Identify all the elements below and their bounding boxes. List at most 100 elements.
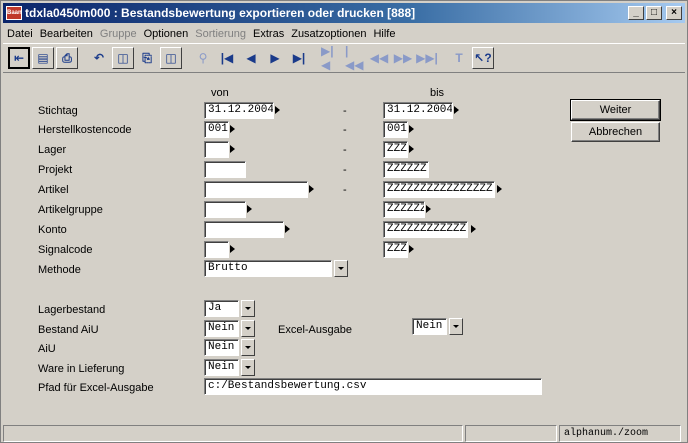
range-dash: -: [343, 184, 347, 196]
zoom-arrow-icon[interactable]: [409, 245, 414, 253]
label-herstellkostencode: Herstellkostencode: [38, 124, 132, 136]
column-header-von: von: [211, 87, 229, 99]
label-projekt: Projekt: [38, 164, 73, 176]
zoom-arrow-icon[interactable]: [409, 145, 414, 153]
herstellkostencode-to-field[interactable]: 001: [383, 121, 408, 138]
label-pfad-excel: Pfad für Excel-Ausgabe: [38, 382, 154, 394]
label-lagerbestand: Lagerbestand: [38, 304, 106, 316]
label-artikelgruppe: Artikelgruppe: [38, 204, 103, 216]
copy-record-icon[interactable]: ◫: [112, 47, 134, 69]
zoom-arrow-icon[interactable]: [471, 225, 476, 233]
lager-to-field[interactable]: ZZZ: [383, 141, 408, 158]
application-window: Baan tdxla0450m000 : Bestandsbewertung e…: [0, 0, 688, 443]
zoom-arrow-icon[interactable]: [309, 185, 314, 193]
aiu-select[interactable]: Nein: [204, 339, 239, 356]
projekt-from-field[interactable]: [204, 161, 246, 178]
menu-extras[interactable]: Extras: [253, 28, 284, 40]
lagerbestand-dropdown-button[interactable]: [241, 300, 255, 317]
stichtag-from-field[interactable]: 31.12.2004: [204, 102, 274, 119]
menu-datei[interactable]: Datei: [7, 28, 33, 40]
title-bar[interactable]: Baan tdxla0450m000 : Bestandsbewertung e…: [3, 3, 685, 23]
form-area: von bis Stichtag 31.12.2004 - 31.12.2004…: [3, 75, 685, 425]
ware-in-lieferung-dropdown-button[interactable]: [241, 359, 255, 376]
methode-dropdown-button[interactable]: [334, 260, 348, 277]
methode-select[interactable]: Brutto: [204, 260, 332, 277]
duplicate-icon[interactable]: ◫: [160, 47, 182, 69]
zoom-arrow-icon[interactable]: [247, 205, 252, 213]
artikel-to-field[interactable]: ZZZZZZZZZZZZZZZZ: [383, 181, 495, 198]
zoom-arrow-icon[interactable]: [426, 205, 431, 213]
next-set-icon[interactable]: ▶▶|: [416, 47, 438, 69]
lager-from-field[interactable]: [204, 141, 229, 158]
bestand-aiu-dropdown-button[interactable]: [241, 320, 255, 337]
status-bar: alphanum./zoom: [3, 425, 685, 442]
label-konto: Konto: [38, 224, 67, 236]
forward-icon[interactable]: ▶▶: [392, 47, 414, 69]
menu-optionen[interactable]: Optionen: [144, 28, 189, 40]
label-stichtag: Stichtag: [38, 105, 78, 117]
ware-in-lieferung-select[interactable]: Nein: [204, 359, 239, 376]
menu-gruppe[interactable]: Gruppe: [100, 28, 137, 40]
zoom-arrow-icon[interactable]: [230, 125, 235, 133]
zoom-arrow-icon[interactable]: [275, 106, 280, 114]
label-methode: Methode: [38, 264, 81, 276]
label-signalcode: Signalcode: [38, 244, 93, 256]
first-set-icon[interactable]: ▶|◀: [320, 44, 342, 72]
close-button[interactable]: ×: [666, 6, 682, 20]
herstellkostencode-from-field[interactable]: 001: [204, 121, 229, 138]
artikel-from-field[interactable]: [204, 181, 308, 198]
minimize-button[interactable]: _: [628, 6, 644, 20]
next-icon[interactable]: ▶: [264, 47, 286, 69]
weiter-button[interactable]: Weiter: [570, 99, 661, 121]
column-header-bis: bis: [430, 87, 445, 99]
find-icon[interactable]: ⚲: [192, 47, 214, 69]
menu-bearbeiten[interactable]: Bearbeiten: [40, 28, 93, 40]
menu-zusatzoptionen[interactable]: Zusatzoptionen: [291, 28, 366, 40]
help-icon[interactable]: ↖?: [472, 47, 494, 69]
signalcode-to-field[interactable]: ZZZ: [383, 241, 408, 258]
last-icon[interactable]: ▶|: [288, 47, 310, 69]
signalcode-from-field[interactable]: [204, 241, 229, 258]
menu-hilfe[interactable]: Hilfe: [373, 28, 395, 40]
paste-icon[interactable]: ⎘: [136, 47, 158, 69]
excel-ausgabe-select[interactable]: Nein: [412, 318, 447, 335]
zoom-arrow-icon[interactable]: [230, 245, 235, 253]
undo-icon[interactable]: ↶: [88, 47, 110, 69]
zoom-arrow-icon[interactable]: [285, 225, 290, 233]
bestand-aiu-select[interactable]: Nein: [204, 320, 239, 337]
pfad-excel-field[interactable]: c:/Bestandsbewertung.csv: [204, 378, 542, 395]
artikelgruppe-from-field[interactable]: [204, 201, 246, 218]
lagerbestand-select[interactable]: Ja: [204, 300, 239, 317]
previous-set-icon[interactable]: |◀◀: [344, 44, 366, 72]
projekt-to-field[interactable]: ZZZZZZ: [383, 161, 429, 178]
konto-to-field[interactable]: ZZZZZZZZZZZZ: [383, 221, 468, 238]
maximize-button[interactable]: □: [646, 6, 662, 20]
zoom-arrow-icon[interactable]: [230, 145, 235, 153]
text-icon[interactable]: T: [448, 47, 470, 69]
rewind-icon[interactable]: ◀◀: [368, 47, 390, 69]
print-icon[interactable]: ⎙: [56, 47, 78, 69]
abbrechen-button[interactable]: Abbrechen: [571, 122, 660, 142]
stichtag-to-field[interactable]: 31.12.2004: [383, 102, 453, 119]
previous-icon[interactable]: ◀: [240, 47, 262, 69]
zoom-arrow-icon[interactable]: [454, 106, 459, 114]
status-mode-pane: alphanum./zoom: [559, 425, 681, 442]
label-excel-ausgabe: Excel-Ausgabe: [278, 324, 352, 336]
exit-icon[interactable]: ⇤: [8, 47, 30, 69]
menu-sortierung[interactable]: Sortierung: [195, 28, 246, 40]
label-artikel: Artikel: [38, 184, 69, 196]
label-aiu: AiU: [38, 343, 56, 355]
window-title: tdxla0450m000 : Bestandsbewertung export…: [25, 6, 416, 20]
aiu-dropdown-button[interactable]: [241, 339, 255, 356]
first-icon[interactable]: |◀: [216, 47, 238, 69]
zoom-arrow-icon[interactable]: [409, 125, 414, 133]
artikelgruppe-to-field[interactable]: ZZZZZZ: [383, 201, 425, 218]
baan-app-icon[interactable]: Baan: [6, 6, 22, 20]
konto-from-field[interactable]: [204, 221, 284, 238]
label-lager: Lager: [38, 144, 67, 156]
label-ware-in-lieferung: Ware in Lieferung: [38, 363, 125, 375]
range-dash: -: [343, 105, 347, 117]
save-icon[interactable]: ▤: [32, 47, 54, 69]
zoom-arrow-icon[interactable]: [497, 185, 502, 193]
excel-ausgabe-dropdown-button[interactable]: [449, 318, 463, 335]
